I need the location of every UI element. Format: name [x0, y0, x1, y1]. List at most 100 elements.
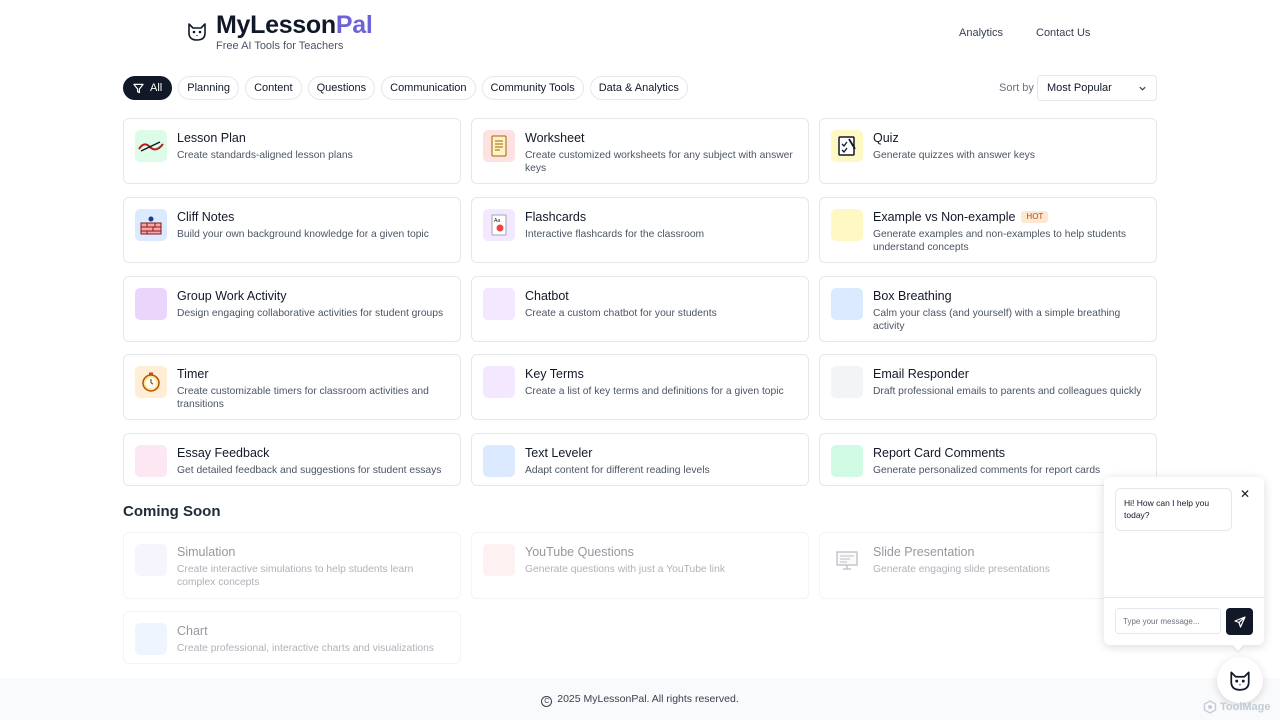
cat-logo-icon[interactable] [186, 20, 208, 42]
svg-text:Aa: Aa [494, 218, 500, 224]
tool-title: Flashcards [525, 210, 586, 225]
tool-description: Build your own background knowledge for … [177, 229, 429, 240]
tool-title-text: Lesson Plan [177, 131, 246, 145]
tool-title-text: YouTube Questions [525, 545, 634, 559]
filter-all[interactable]: All [123, 76, 173, 100]
tool-title-text: Email Responder [873, 367, 969, 381]
tool-description: Generate personalized comments for repor… [873, 465, 1101, 476]
cat-avatar-icon [1230, 671, 1250, 691]
tool-card-text-leveler[interactable]: Text Leveler Adapt content for different … [471, 433, 809, 486]
chevron-down-icon [1139, 86, 1146, 91]
tool-title-text: Text Leveler [525, 446, 593, 460]
tool-description: Create a custom chatbot for your student… [525, 308, 717, 319]
tool-title: Chart [177, 624, 208, 639]
tool-card-essay-feedback[interactable]: Essay Feedback Get detailed feedback and … [123, 433, 461, 486]
tool-card-cliff-notes[interactable]: Cliff Notes Build your own background kno… [123, 197, 461, 263]
tool-card-worksheet[interactable]: Worksheet Create customized worksheets fo… [471, 118, 809, 184]
chatbot-icon [483, 288, 515, 320]
sort-select[interactable]: Most Popular [1037, 75, 1157, 101]
tool-title: Report Card Comments [873, 446, 1005, 461]
slide-presentation-icon [831, 544, 863, 576]
tool-title: Simulation [177, 545, 235, 560]
tool-description: Create customized worksheets for any sub… [525, 150, 793, 174]
filter-communication[interactable]: Communication [381, 76, 476, 100]
filter-planning[interactable]: Planning [178, 76, 240, 100]
lesson-plan-icon [135, 130, 167, 162]
tool-title-text: Report Card Comments [873, 446, 1005, 460]
tool-description: Get detailed feedback and suggestions fo… [177, 465, 442, 476]
hot-badge: HOT [1021, 211, 1049, 223]
filter-content[interactable]: Content [245, 76, 302, 100]
flashcards-icon: Aa [483, 209, 515, 241]
footer-text: 2025 MyLessonPal. All rights reserved. [557, 693, 739, 705]
filter-community-tools[interactable]: Community Tools [481, 76, 584, 100]
copyright-icon: C [541, 696, 553, 707]
brand-name-accent: Pal [335, 11, 373, 39]
filter-icon [133, 83, 144, 93]
tool-title: Example vs Non-example HOT [873, 210, 1049, 225]
tool-title: Text Leveler [525, 446, 592, 461]
tool-title-text: Cliff Notes [177, 210, 235, 224]
tool-title-text: Example vs Non-example [873, 210, 1016, 224]
tool-description: Calm your class (and yourself) with a si… [873, 308, 1121, 332]
tool-description: Create professional, interactive charts … [177, 643, 434, 654]
nav-contact-link[interactable]: Contact Us [1036, 26, 1090, 40]
tool-title: Cliff Notes [177, 210, 234, 225]
chart-icon [135, 623, 167, 655]
nav-analytics-link[interactable]: Analytics [959, 26, 1003, 40]
tool-title-text: Essay Feedback [177, 446, 270, 460]
tool-card-flashcards[interactable]: Aa Flashcards Interactive flashcards for t… [471, 197, 809, 263]
simulation-icon [135, 544, 167, 576]
filter-all-label: All [150, 82, 163, 94]
watermark-logo-icon [1203, 700, 1217, 714]
tool-title: YouTube Questions [525, 545, 634, 560]
filter-questions[interactable]: Questions [307, 76, 376, 100]
tool-description: Interactive flashcards for the classroom [525, 229, 705, 240]
coming-soon-heading: Coming Soon [123, 503, 221, 520]
text-leveler-icon [483, 445, 515, 477]
tool-description: Create customizable timers for classroom… [177, 386, 429, 410]
key-terms-icon [483, 366, 515, 398]
chat-launcher-button[interactable] [1217, 657, 1263, 703]
tool-title: Box Breathing [873, 289, 952, 304]
tool-description: Create interactive simulations to help s… [177, 564, 414, 588]
chat-divider [1104, 597, 1264, 598]
tool-card-timer[interactable]: Timer Create customizable timers for clas… [123, 354, 461, 420]
tool-card-email[interactable]: Email Responder Draft professional emails… [819, 354, 1157, 420]
report-card-icon [831, 445, 863, 477]
site-header: MyLessonPal Free AI Tools for Teachers A… [0, 0, 1280, 64]
quiz-icon [831, 130, 863, 162]
tool-title-text: Chatbot [525, 289, 569, 303]
tool-card-group-work[interactable]: Group Work Activity Design engaging colla… [123, 276, 461, 342]
brand-title[interactable]: MyLessonPal [216, 10, 373, 40]
chat-tail [1232, 644, 1244, 651]
chat-message-input[interactable] [1115, 608, 1221, 634]
tool-card-simulation: Simulation Create interactive simulations… [123, 532, 461, 599]
close-icon[interactable]: ✕ [1239, 488, 1251, 500]
tool-title-text: Chart [177, 624, 208, 638]
tool-title: Email Responder [873, 367, 969, 382]
tool-description: Generate quizzes with answer keys [873, 150, 1035, 161]
tool-card-box-breathing[interactable]: Box Breathing Calm your class (and yourse… [819, 276, 1157, 342]
box-breathing-icon [831, 288, 863, 320]
tool-card-youtube: YouTube Questions Generate questions with… [471, 532, 809, 599]
tool-card-chatbot[interactable]: Chatbot Create a custom chatbot for your … [471, 276, 809, 342]
group-work-icon [135, 288, 167, 320]
tool-card-lesson-plan[interactable]: Lesson Plan Create standards-aligned less… [123, 118, 461, 184]
tool-title-text: Slide Presentation [873, 545, 975, 559]
tool-title: Lesson Plan [177, 131, 246, 146]
filter-data-analytics[interactable]: Data & Analytics [589, 76, 688, 100]
tool-card-example[interactable]: Example vs Non-example HOT Generate exampl… [819, 197, 1157, 263]
send-button[interactable] [1226, 608, 1253, 635]
tool-title-text: Key Terms [525, 367, 584, 381]
tool-title-text: Worksheet [525, 131, 585, 145]
footer-copyright: C 2025 MyLessonPal. All rights reserved. [0, 693, 1280, 707]
tool-description: Design engaging collaborative activities… [177, 308, 444, 319]
tool-title-text: Box Breathing [873, 289, 952, 303]
chat-window: Hi! How can I help you today? ✕ [1104, 477, 1264, 645]
tool-description: Generate questions with just a YouTube l… [525, 564, 725, 575]
tool-card-quiz[interactable]: Quiz Generate quizzes with answer keys [819, 118, 1157, 184]
tool-card-key-terms[interactable]: Key Terms Create a list of key terms and … [471, 354, 809, 420]
tool-card-chart: Chart Create professional, interactive ch… [123, 611, 461, 664]
tool-title: Essay Feedback [177, 446, 269, 461]
